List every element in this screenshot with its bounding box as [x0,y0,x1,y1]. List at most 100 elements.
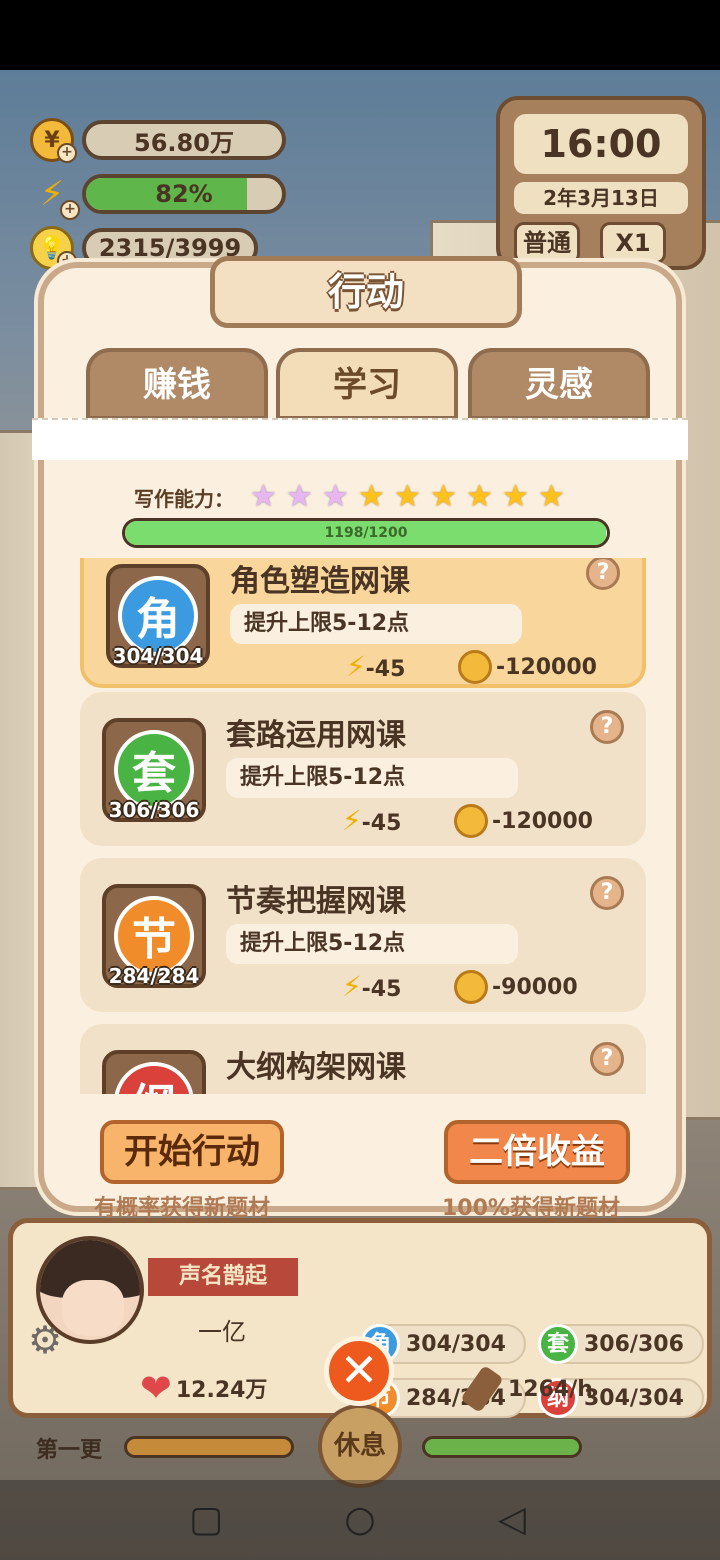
plus-icon[interactable]: + [60,200,80,220]
star-icon: ★ [286,479,313,514]
back-icon[interactable]: ◁ [488,1496,536,1544]
coin-icon [454,804,488,838]
rest-button[interactable]: 休息 [318,1404,402,1488]
help-icon[interactable]: ? [590,710,624,744]
energy-bar: 82% [82,174,286,214]
skill-pill: 套 306/306 [538,1324,704,1364]
lightning-icon: ⚡ + [30,172,80,220]
panel-title-plate: 行动 [210,256,522,328]
star-rating: ★ ★ ★ ★ ★ ★ ★ ★ ★ [250,482,574,512]
energy-cost: ⚡-45 [342,804,401,837]
game-clock: 16:00 2年3月13日 普通 X1 [496,96,706,270]
star-icon: ★ [502,479,529,514]
energy-cost-value: -45 [361,977,402,1002]
lightning-icon: ⚡ [342,970,362,1003]
likes-value: 12.24万 [175,1378,268,1403]
course-count: 304/304 [112,644,204,668]
heart-icon: ❤ [140,1366,172,1410]
chapter-label: 第一更 [36,1438,103,1463]
writing-rate: 1264/h [460,1364,593,1414]
course-badge: 纲 [102,1050,206,1094]
panel-title: 行动 [327,270,404,314]
skill-value: 304/304 [406,1331,506,1357]
coin-icon: ¥ + [30,118,77,163]
star-icon: ★ [538,479,565,514]
energy-cost: ⚡-45 [342,970,401,1003]
likes-stat: ❤ 12.24万 [140,1366,267,1410]
clock-time: 16:00 [514,114,688,174]
start-action-button[interactable]: 开始行动 [100,1120,284,1184]
energy-stat[interactable]: ⚡ + 82% [30,172,286,220]
course-icon: 纲 [114,1062,194,1094]
star-icon: ★ [430,479,457,514]
course-badge: 节 284/284 [102,884,206,988]
mode-button[interactable]: 普通 [514,222,580,264]
tab-earn[interactable]: 赚钱 [86,348,268,420]
course-badge: 角 304/304 [106,564,210,668]
fame-title: 声名鹊起 [148,1258,298,1296]
energy-value: 82% [155,180,213,208]
skill-value: 306/306 [584,1331,684,1357]
fame-value: 一亿 [198,1318,246,1346]
help-icon[interactable]: ? [586,558,620,590]
coin-icon [458,650,492,684]
star-icon: ★ [466,479,493,514]
money-cost: -120000 [458,650,597,684]
help-icon[interactable]: ? [590,876,624,910]
course-desc: 提升上限5-12点 [230,604,522,644]
course-card[interactable]: 节 284/284 节奏把握网课 ? 提升上限5-12点 ⚡-45 -90000 [80,858,646,1012]
coin-icon [454,970,488,1004]
energy-cost-value: -45 [361,811,402,836]
ability-progress: 1198/1200 [122,518,610,548]
gear-icon[interactable]: ⚙ [28,1318,62,1362]
ability-label: 写作能力： [134,486,234,511]
money-stat[interactable]: ¥ + 56.80万 [30,118,286,163]
money-cost: -90000 [454,970,578,1004]
double-income-button[interactable]: 二倍收益 [444,1120,630,1184]
course-name: 节奏把握网课 [226,884,406,919]
skill-value: 304/304 [584,1385,684,1411]
tab-study[interactable]: 学习 [276,348,458,420]
course-list[interactable]: 角 304/304 角色塑造网课 ? 提升上限5-12点 ⚡-45 -120000 … [80,558,646,1094]
close-icon[interactable]: ✕ [324,1336,394,1406]
system-nav-bar: ▢ ○ ◁ [0,1480,720,1560]
course-card[interactable]: 角 304/304 角色塑造网课 ? 提升上限5-12点 ⚡-45 -120000 [80,558,646,688]
money-value: 56.80万 [134,128,234,157]
money-cost: -120000 [454,804,593,838]
lightning-icon: ⚡ [342,804,362,837]
star-icon: ★ [394,479,421,514]
money-cost-value: -90000 [492,974,578,1000]
course-count: 306/306 [108,798,200,822]
plus-icon[interactable]: + [57,143,77,163]
course-card[interactable]: 套 306/306 套路运用网课 ? 提升上限5-12点 ⚡-45 -120000 [80,692,646,846]
writing-ability: 写作能力： ★ ★ ★ ★ ★ ★ ★ ★ ★ [134,482,574,512]
star-icon: ★ [322,479,349,514]
money-cost-value: -120000 [492,808,593,834]
recent-apps-icon[interactable]: ▢ [182,1496,230,1544]
chapter-progress-right [422,1436,582,1458]
star-icon: ★ [250,479,277,514]
course-count: 284/284 [108,964,200,988]
energy-cost: ⚡-45 [346,650,405,683]
course-desc: 提升上限5-12点 [226,924,518,964]
skill-icon: 套 [538,1324,578,1364]
course-badge: 套 306/306 [102,718,206,822]
divider [32,418,688,460]
course-name: 角色塑造网课 [230,564,410,599]
course-desc: 提升上限5-12点 [226,758,518,798]
home-icon[interactable]: ○ [336,1496,384,1544]
money-cost-value: -120000 [496,654,597,680]
course-card[interactable]: 纲 大纲构架网课 ? [80,1024,646,1094]
star-icon: ★ [358,479,385,514]
rate-value: 1264/h [508,1376,593,1402]
lightning-icon: ⚡ [346,650,366,683]
speed-button[interactable]: X1 [600,222,666,264]
course-name: 大纲构架网课 [226,1050,406,1085]
course-name: 套路运用网课 [226,718,406,753]
clock-date: 2年3月13日 [514,182,688,214]
progress-text: 1198/1200 [324,525,408,541]
energy-cost-value: -45 [365,657,406,682]
tab-inspiration[interactable]: 灵感 [468,348,650,420]
help-icon[interactable]: ? [590,1042,624,1076]
money-bar: 56.80万 [82,120,286,160]
